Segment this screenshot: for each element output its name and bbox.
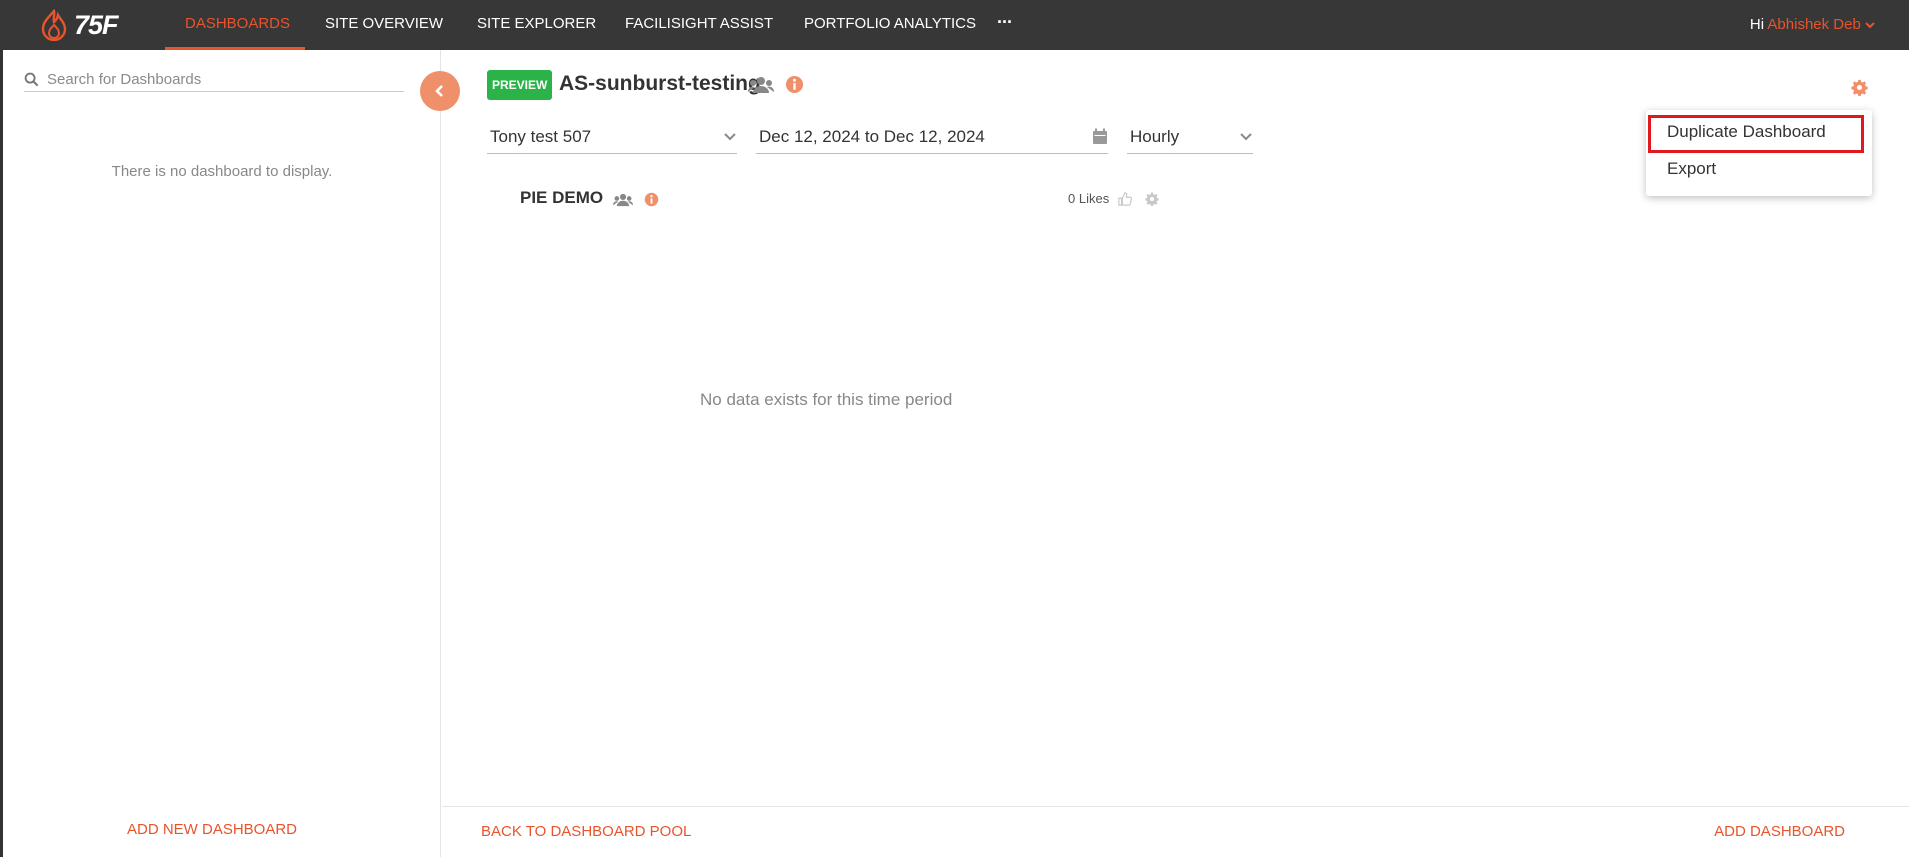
chevron-left-icon: [435, 85, 443, 97]
chevron-down-icon: [724, 132, 736, 140]
collapse-sidebar-button[interactable]: [420, 71, 460, 111]
add-new-dashboard-link[interactable]: ADD NEW DASHBOARD: [3, 821, 421, 838]
info-icon[interactable]: [785, 75, 804, 94]
logo-text: 75F: [74, 9, 119, 40]
preview-badge: PREVIEW: [487, 70, 553, 100]
top-nav-bar: 75F DASHBOARDS SITE OVERVIEW SITE EXPLOR…: [0, 0, 1909, 50]
likes-count: 0 Likes: [1068, 191, 1110, 206]
nav-site-explorer[interactable]: SITE EXPLORER: [477, 0, 596, 50]
no-data-message: No data exists for this time period: [700, 390, 953, 409]
widget-info-icon[interactable]: [644, 192, 659, 207]
chevron-down-icon: [1865, 22, 1875, 29]
highlight-box: [1648, 115, 1864, 153]
logo[interactable]: 75F: [40, 7, 119, 43]
user-name: Abhishek Deb: [1767, 16, 1861, 33]
greeting-prefix: Hi: [1749, 16, 1765, 33]
add-dashboard-link[interactable]: ADD DASHBOARD: [1714, 823, 1845, 840]
search-icon: [24, 72, 39, 87]
flame-logo-icon: [41, 9, 67, 41]
empty-dashboard-message: There is no dashboard to display.: [111, 163, 333, 180]
widget-title: PIE DEMO: [520, 188, 604, 207]
nav-site-overview[interactable]: SITE OVERVIEW: [325, 0, 443, 50]
date-range-picker[interactable]: Dec 12, 2024 to Dec 12, 2024: [756, 120, 1108, 154]
sidebar-search: [24, 68, 404, 92]
more-menu-button[interactable]: ···: [997, 12, 1013, 33]
menu-item-export[interactable]: Export: [1667, 159, 1716, 179]
widget-settings-gear-icon[interactable]: [1145, 192, 1159, 206]
nav-portfolio-analytics[interactable]: PORTFOLIO ANALYTICS: [804, 0, 976, 50]
dashboard-settings-gear-icon[interactable]: [1851, 79, 1868, 96]
dashboard-sidebar: There is no dashboard to display. ADD NE…: [3, 50, 441, 857]
user-menu[interactable]: Hi Abhishek Deb: [1750, 0, 1875, 50]
dashboard-title: AS-sunburst-testing: [559, 72, 761, 95]
calendar-icon: [1093, 128, 1107, 144]
interval-select-value: Hourly: [1130, 126, 1180, 146]
date-range-value: Dec 12, 2024 to Dec 12, 2024: [759, 126, 985, 146]
nav-dashboards[interactable]: DASHBOARDS: [185, 0, 290, 50]
site-select-value: Tony test 507: [490, 126, 592, 146]
interval-select[interactable]: Hourly: [1127, 120, 1253, 154]
widget-shared-users-icon[interactable]: [613, 192, 633, 208]
thumbs-up-icon[interactable]: [1118, 192, 1132, 206]
site-select[interactable]: Tony test 507: [487, 120, 737, 154]
search-input[interactable]: [47, 71, 387, 88]
shared-users-icon[interactable]: [748, 75, 774, 95]
back-to-dashboard-pool-link[interactable]: BACK TO DASHBOARD POOL: [481, 823, 691, 840]
nav-facilisight-assist[interactable]: FACILISIGHT ASSIST: [625, 0, 773, 50]
chevron-down-icon: [1240, 132, 1252, 140]
